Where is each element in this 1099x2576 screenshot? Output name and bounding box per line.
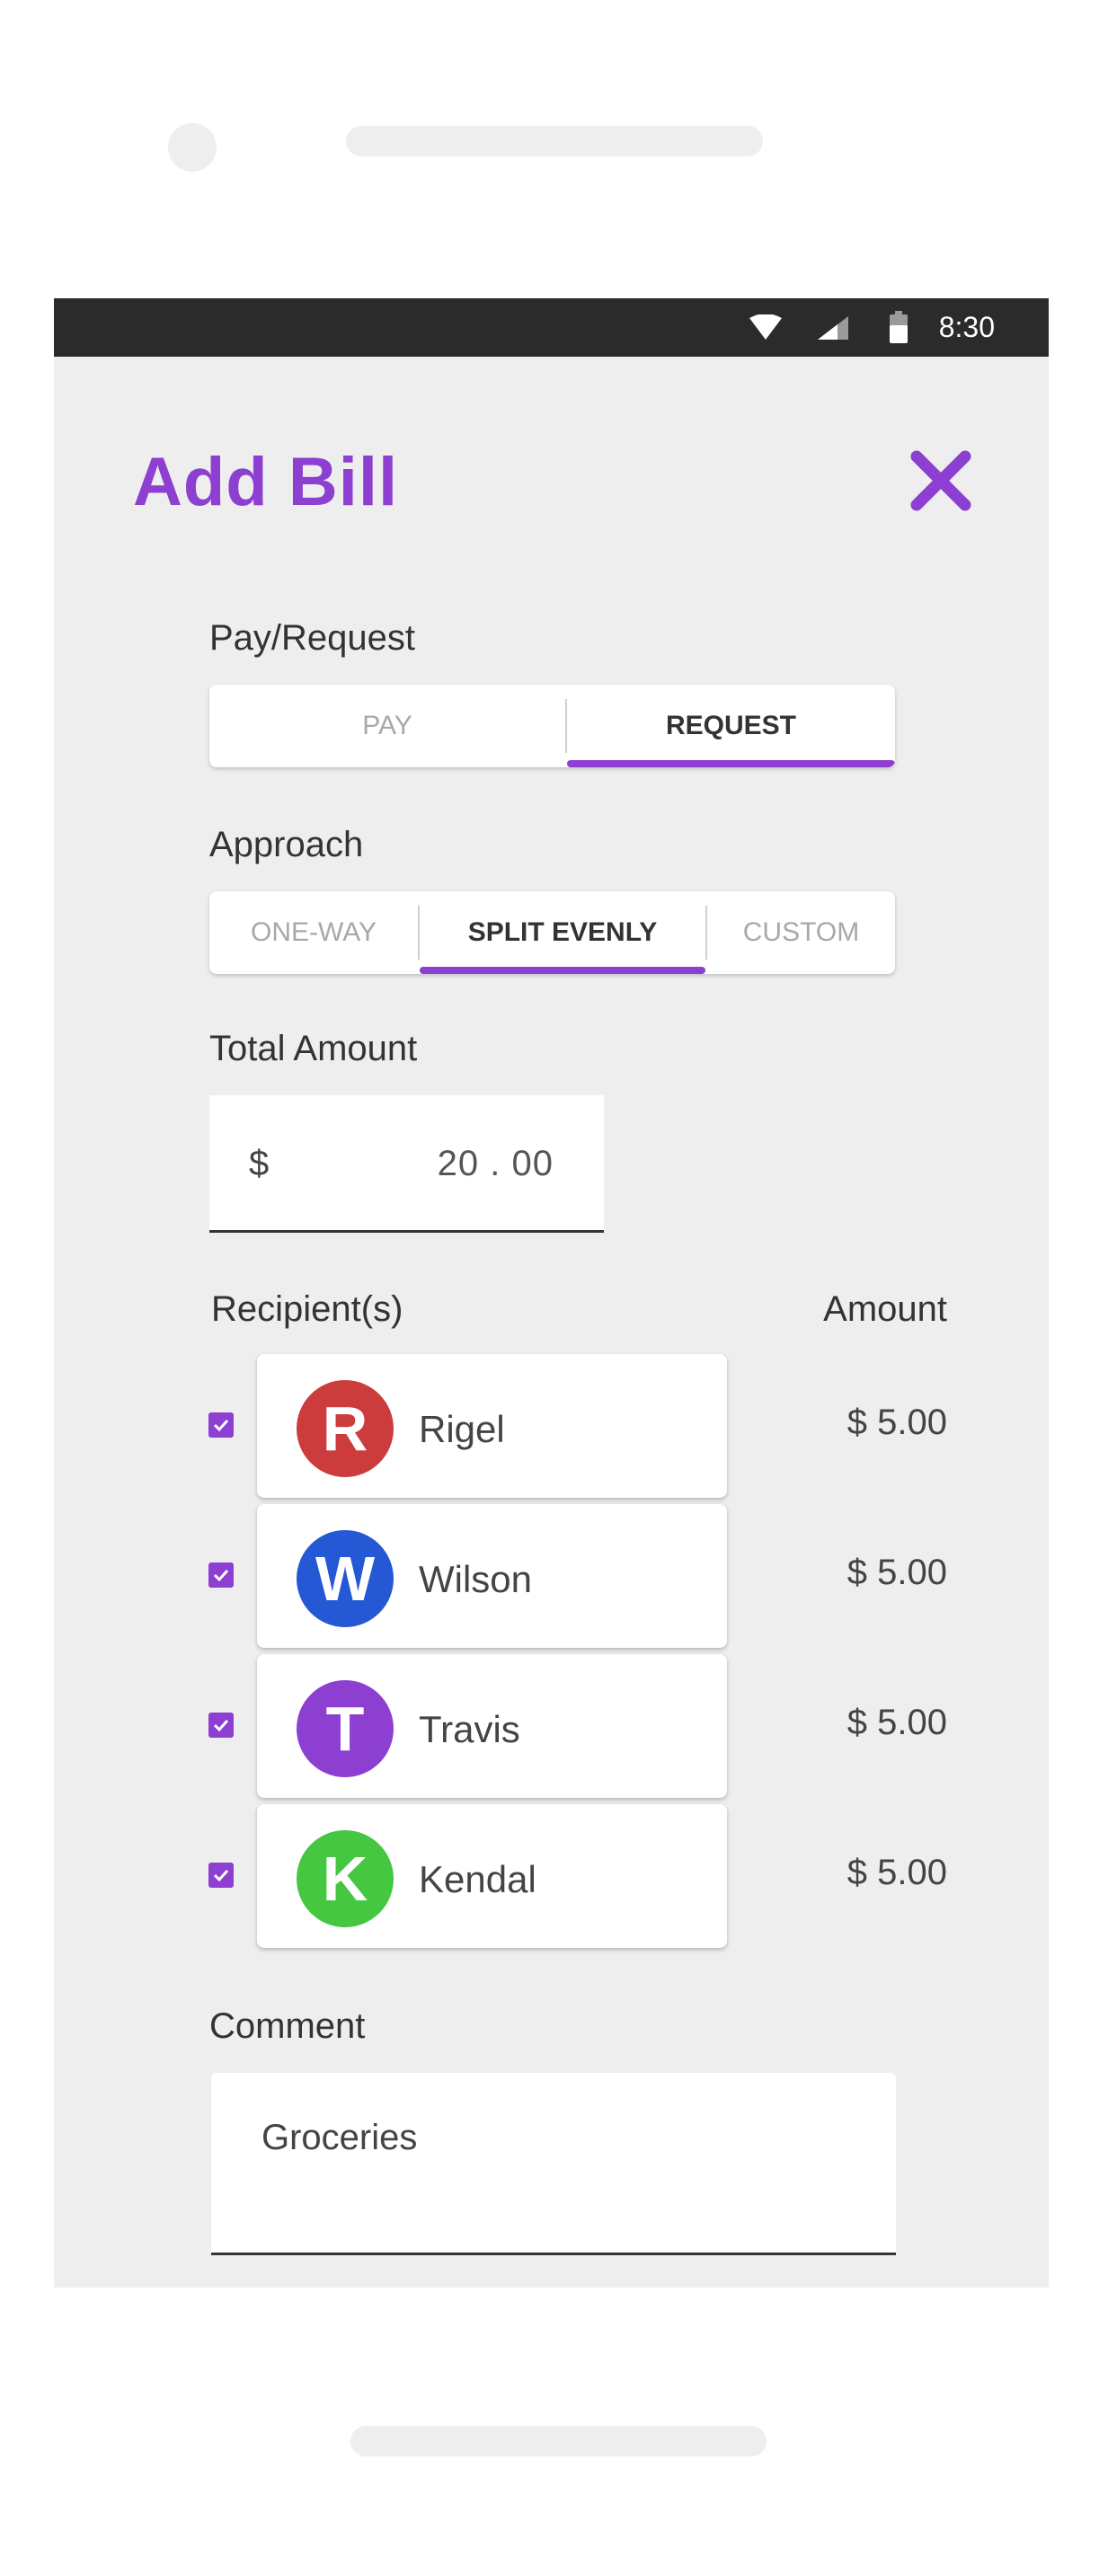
home-indicator — [350, 2426, 767, 2456]
front-camera — [168, 123, 217, 172]
total-amount-label: Total Amount — [209, 1029, 418, 1068]
page-title: Add Bill — [133, 444, 399, 520]
speaker-grille — [346, 126, 763, 156]
recipient-card-rigel[interactable]: R Rigel — [257, 1354, 727, 1498]
recipient-checkbox[interactable] — [208, 1562, 234, 1588]
app-screen: 8:30 Add Bill Pay/Request PAY REQUEST Ap… — [54, 298, 1049, 2288]
recipient-name: Kendal — [419, 1858, 536, 1900]
avatar: R — [297, 1380, 394, 1477]
recipient-amount: $ 5.00 — [846, 1703, 947, 1742]
one-way-option[interactable]: ONE-WAY — [209, 891, 418, 974]
recipient-checkbox[interactable] — [208, 1412, 234, 1438]
recipient-amount: $ 5.00 — [846, 1403, 947, 1442]
battery-icon — [890, 311, 908, 343]
recipient-card-travis[interactable]: T Travis — [257, 1654, 727, 1798]
wifi-icon — [749, 314, 782, 340]
pay-request-label: Pay/Request — [209, 618, 416, 658]
total-amount-input[interactable]: $ 20 . 00 — [209, 1095, 604, 1233]
avatar: T — [297, 1680, 394, 1777]
avatar: W — [297, 1530, 394, 1627]
check-icon — [213, 1719, 229, 1732]
recipient-name: Wilson — [419, 1558, 533, 1600]
recipient-amount: $ 5.00 — [846, 1853, 947, 1892]
amount-column-label: Amount — [823, 1289, 947, 1329]
currency-symbol: $ — [249, 1144, 270, 1183]
comment-value: Groceries — [261, 2118, 418, 2157]
recipient-checkbox[interactable] — [208, 1713, 234, 1738]
recipient-name: Travis — [419, 1708, 520, 1750]
total-amount-value: 20 . 00 — [437, 1144, 554, 1183]
custom-option[interactable]: CUSTOM — [707, 891, 895, 974]
request-option[interactable]: REQUEST — [567, 685, 895, 767]
comment-label: Comment — [209, 2006, 366, 2046]
recipient-checkbox[interactable] — [208, 1863, 234, 1888]
check-icon — [213, 1419, 229, 1432]
pay-request-toggle: PAY REQUEST — [209, 685, 895, 767]
pay-option[interactable]: PAY — [209, 685, 565, 767]
comment-input[interactable]: Groceries — [211, 2073, 896, 2255]
avatar: K — [297, 1830, 394, 1927]
recipient-card-kendal[interactable]: K Kendal — [257, 1804, 727, 1948]
recipient-card-wilson[interactable]: W Wilson — [257, 1504, 727, 1648]
status-bar: 8:30 — [54, 298, 1049, 357]
status-time: 8:30 — [938, 311, 995, 343]
recipient-name: Rigel — [419, 1408, 505, 1450]
signal-icon — [818, 316, 848, 340]
approach-label: Approach — [209, 825, 364, 864]
recipients-label: Recipient(s) — [211, 1289, 403, 1329]
check-icon — [213, 1569, 229, 1582]
split-evenly-option[interactable]: SPLIT EVENLY — [420, 891, 705, 974]
check-icon — [213, 1869, 229, 1882]
close-icon[interactable] — [909, 449, 972, 512]
recipient-amount: $ 5.00 — [846, 1553, 947, 1592]
approach-toggle: ONE-WAY SPLIT EVENLY CUSTOM — [209, 891, 895, 974]
